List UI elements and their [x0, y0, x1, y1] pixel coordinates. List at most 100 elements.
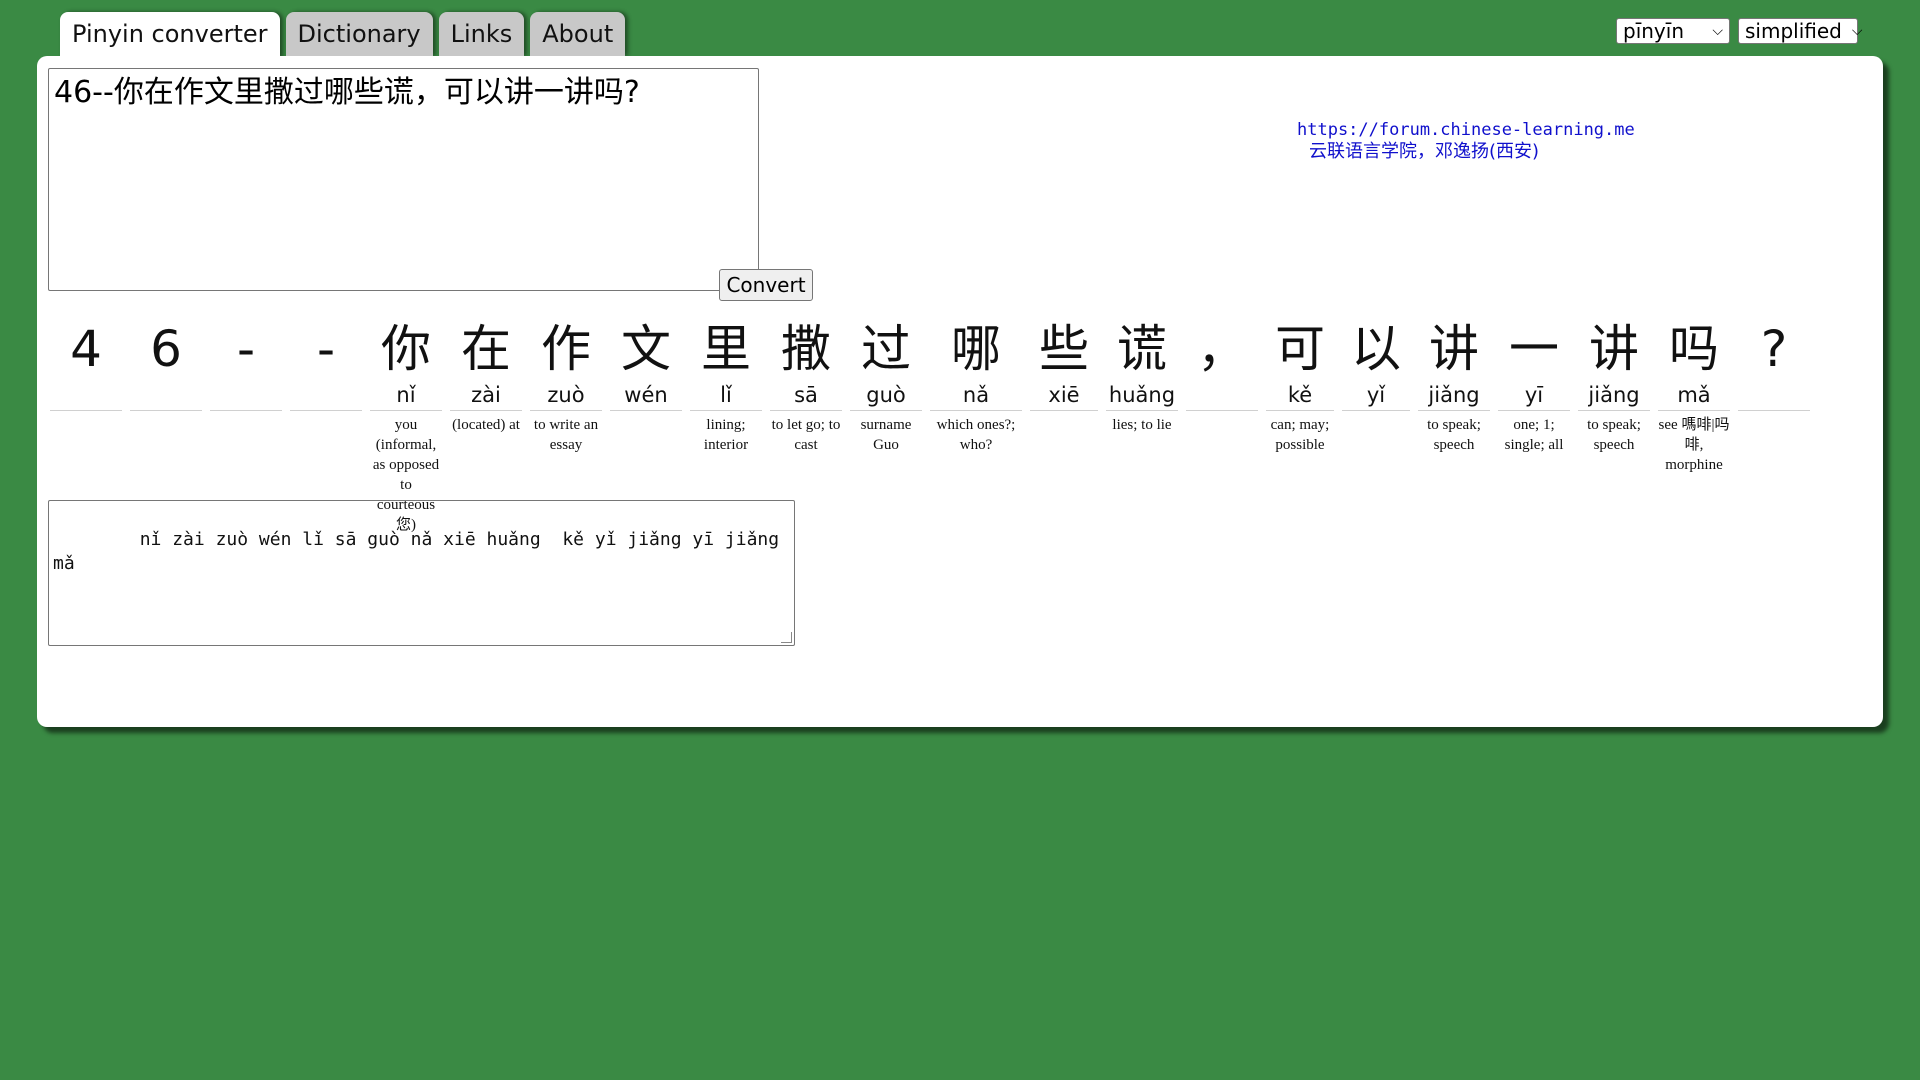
char-column: 在 zài (located) at	[450, 318, 522, 435]
definition: one; 1; single; all	[1504, 417, 1564, 453]
char-column: 些 xiē	[1030, 318, 1098, 415]
hanzi[interactable]: 谎	[1106, 318, 1178, 380]
hanzi[interactable]: -	[210, 318, 282, 380]
definition	[210, 411, 282, 415]
hanzi[interactable]: 撒	[770, 318, 842, 380]
pinyin: zuò	[530, 380, 602, 411]
hanzi[interactable]: 哪	[930, 318, 1022, 380]
char-column: 4	[50, 318, 122, 415]
option-selects: pīnyīn ⌵ simplified ⌵	[1616, 18, 1863, 44]
definition: (located) at	[452, 417, 520, 433]
convert-button[interactable]: Convert	[719, 269, 813, 301]
pinyin: yǐ	[1342, 380, 1410, 411]
definition: which ones?; who?	[936, 417, 1016, 453]
char-column: 谎 huǎng lies; to lie	[1106, 318, 1178, 435]
tab-links[interactable]: Links	[438, 12, 525, 56]
tab-bar: Pinyin converter Dictionary Links About	[60, 12, 626, 58]
script-value: simplified	[1745, 19, 1842, 43]
hanzi[interactable]: 可	[1266, 318, 1334, 380]
pinyin: nǎ	[930, 380, 1022, 411]
converter-panel: 46--你在作文里撒过哪些谎，可以讲一讲吗? Convert https://f…	[37, 56, 1883, 727]
pinyin: jiǎng	[1578, 380, 1650, 411]
hanzi[interactable]: 些	[1030, 318, 1098, 380]
char-column: 讲 jiǎng to speak; speech	[1578, 318, 1650, 455]
pinyin: kě	[1266, 380, 1334, 411]
char-column: 一 yī one; 1; single; all	[1498, 318, 1570, 455]
char-column: ?	[1738, 318, 1810, 415]
definition: surname Guo	[860, 417, 912, 453]
hanzi[interactable]: 文	[610, 318, 682, 380]
chevron-down-icon: ⌵	[1851, 23, 1863, 39]
pinyin	[130, 380, 202, 411]
hanzi[interactable]: 里	[690, 318, 762, 380]
hanzi[interactable]: 一	[1498, 318, 1570, 380]
definition	[1030, 411, 1098, 415]
pinyin: huǎng	[1106, 380, 1178, 411]
char-column: 吗 mǎ see 嗎啡|吗啡, morphine	[1658, 318, 1730, 475]
input-text: 46--你在作文里撒过哪些谎，可以讲一讲吗?	[54, 75, 640, 110]
char-column: -	[290, 318, 362, 415]
pinyin	[50, 380, 122, 411]
definition: to speak; speech	[1427, 417, 1481, 453]
hanzi[interactable]: 作	[530, 318, 602, 380]
script-select[interactable]: simplified ⌵	[1738, 18, 1863, 44]
tab-dictionary[interactable]: Dictionary	[285, 12, 433, 56]
pinyin	[210, 380, 282, 411]
pinyin: mǎ	[1658, 380, 1730, 411]
definition: can; may; possible	[1270, 417, 1330, 453]
char-column: 以 yǐ	[1342, 318, 1410, 415]
char-column: 里 lǐ lining; interior	[690, 318, 762, 455]
definition	[1342, 411, 1410, 415]
char-column: 可 kě can; may; possible	[1266, 318, 1334, 455]
definition	[50, 411, 122, 415]
hanzi[interactable]: 以	[1342, 318, 1410, 380]
definition: to let go; to cast	[771, 417, 841, 453]
definition: lies; to lie	[1112, 417, 1172, 433]
pinyin: sā	[770, 380, 842, 411]
pinyin	[1738, 380, 1810, 411]
definition: to speak; speech	[1587, 417, 1641, 453]
char-column: 过 guò surname Guo	[850, 318, 922, 455]
credit-org: 云联语言学院，邓逸扬(西安)	[1309, 141, 1540, 162]
definition	[290, 411, 362, 415]
pinyin: guò	[850, 380, 922, 411]
char-column: ，	[1186, 318, 1258, 415]
hanzi[interactable]: 讲	[1578, 318, 1650, 380]
hanzi[interactable]: 过	[850, 318, 922, 380]
pinyin: zài	[450, 380, 522, 411]
tab-about[interactable]: About	[530, 12, 626, 56]
hanzi[interactable]: ?	[1738, 318, 1810, 380]
hanzi[interactable]: 吗	[1658, 318, 1730, 380]
pinyin: jiǎng	[1418, 380, 1490, 411]
forum-link[interactable]: https://forum.chinese-learning.me	[1297, 119, 1635, 141]
pinyin: xiē	[1030, 380, 1098, 411]
hanzi[interactable]: 讲	[1418, 318, 1490, 380]
char-column: -	[210, 318, 282, 415]
definition: to write an essay	[533, 417, 599, 453]
tab-pinyin-converter[interactable]: Pinyin converter	[60, 12, 280, 58]
hanzi[interactable]: ，	[1186, 318, 1258, 380]
definition: see 嗎啡|吗啡, morphine	[1658, 417, 1730, 473]
char-column: 文 wén	[610, 318, 682, 415]
pinyin: yī	[1498, 380, 1570, 411]
resize-grip-icon[interactable]	[781, 632, 792, 643]
hanzi[interactable]: 你	[370, 318, 442, 380]
pinyin	[290, 380, 362, 411]
hanzi[interactable]: 6	[130, 318, 202, 380]
credit-block: https://forum.chinese-learning.me 云联语言学院…	[1297, 119, 1635, 163]
pinyin: lǐ	[690, 380, 762, 411]
hanzi[interactable]: 在	[450, 318, 522, 380]
definition	[1186, 411, 1258, 415]
hanzi[interactable]: 4	[50, 318, 122, 380]
hanzi[interactable]: -	[290, 318, 362, 380]
tone-mode-select[interactable]: pīnyīn ⌵	[1616, 18, 1730, 44]
tone-mode-value: pīnyīn	[1623, 19, 1684, 43]
definition	[610, 411, 682, 415]
char-column: 作 zuò to write an essay	[530, 318, 602, 455]
char-column: 撒 sā to let go; to cast	[770, 318, 842, 455]
char-column: 讲 jiǎng to speak; speech	[1418, 318, 1490, 455]
char-column: 哪 nǎ which ones?; who?	[930, 318, 1022, 455]
char-column: 6	[130, 318, 202, 415]
chinese-input[interactable]: 46--你在作文里撒过哪些谎，可以讲一讲吗?	[48, 68, 759, 291]
pinyin-output[interactable]: nǐ zài zuò wén lǐ sā guò nǎ xiē huǎng kě…	[48, 500, 795, 646]
